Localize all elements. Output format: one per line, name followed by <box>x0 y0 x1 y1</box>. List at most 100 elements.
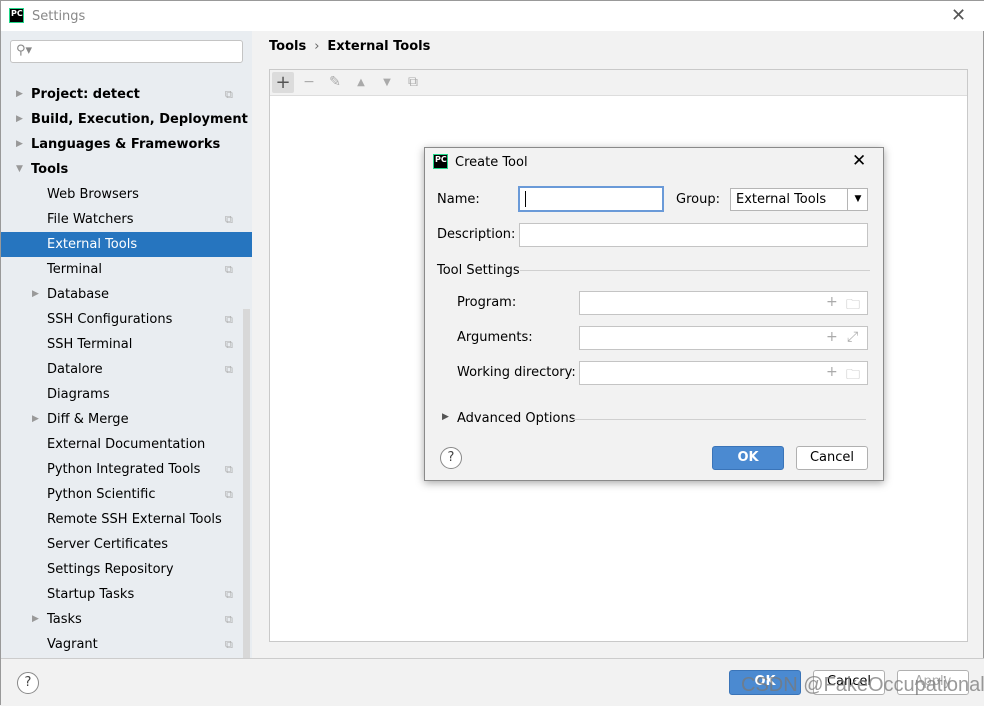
collapsed-arrow-icon[interactable]: ▶ <box>32 607 39 632</box>
help-button[interactable]: ? <box>17 672 39 694</box>
tree-item[interactable]: External Tools <box>1 232 252 257</box>
project-level-icon: ⧉ <box>225 588 233 601</box>
project-level-icon: ⧉ <box>225 363 233 376</box>
project-level-icon: ⧉ <box>225 88 233 101</box>
advanced-options-toggle[interactable]: Advanced Options <box>457 411 576 426</box>
tree-item[interactable]: ▶ Tasks ⧉ <box>1 607 252 632</box>
description-label: Description: <box>437 227 516 242</box>
group-select[interactable]: External Tools ▼ <box>730 188 868 211</box>
arguments-input[interactable]: + ⤢ <box>579 326 868 350</box>
collapsed-arrow-icon[interactable]: ▶ <box>32 407 39 432</box>
tree-item-label: Terminal <box>47 262 102 277</box>
arguments-label: Arguments: <box>457 330 533 345</box>
tree-item[interactable]: Web Browsers <box>1 182 252 207</box>
tree-item-label: SSH Configurations <box>47 312 173 327</box>
tree-item-label: Web Browsers <box>47 187 139 202</box>
tree-item-label: Project: detect <box>31 87 140 102</box>
tree-item-label: Tools <box>31 162 69 177</box>
collapsed-arrow-icon[interactable]: ▶ <box>16 132 23 157</box>
collapsed-arrow-icon[interactable]: ▶ <box>32 282 39 307</box>
tree-item[interactable]: ▼ Tools <box>1 157 252 182</box>
move-down-icon[interactable]: ▼ <box>376 72 398 93</box>
search-icon: ⚲▾ <box>16 43 33 58</box>
group-label: Group: <box>676 192 720 207</box>
chevron-down-icon[interactable]: ▼ <box>847 189 868 210</box>
program-label: Program: <box>457 295 517 310</box>
tree-item[interactable]: ▶ Build, Execution, Deployment <box>1 107 252 132</box>
cancel-button[interactable]: Cancel <box>796 446 868 470</box>
name-value <box>525 191 526 207</box>
tree-item-label: Remote SSH External Tools <box>47 512 222 527</box>
project-level-icon: ⧉ <box>225 263 233 276</box>
expanded-arrow-icon[interactable]: ▼ <box>16 157 23 182</box>
folder-icon[interactable]: 🗀 <box>846 294 860 318</box>
add-icon[interactable]: + <box>272 72 294 93</box>
project-level-icon: ⧉ <box>225 613 233 626</box>
tree-item[interactable]: Settings Repository <box>1 557 252 582</box>
collapsed-arrow-icon[interactable]: ▶ <box>16 107 23 132</box>
tree-item[interactable]: External Documentation <box>1 432 252 457</box>
tree-item-label: Tasks <box>47 612 82 627</box>
tree-item[interactable]: SSH Configurations ⧉ <box>1 307 252 332</box>
project-level-icon: ⧉ <box>225 488 233 501</box>
tree-item[interactable]: ▶ Diff & Merge <box>1 407 252 432</box>
tools-toolbar: + − ✎ ▲ ▼ ⧉ <box>270 70 967 96</box>
tree-item-label: Database <box>47 287 110 302</box>
tree-item[interactable]: Terminal ⧉ <box>1 257 252 282</box>
tree-item[interactable]: ▶ Languages & Frameworks <box>1 132 252 157</box>
tree-item[interactable]: SSH Terminal ⧉ <box>1 332 252 357</box>
collapsed-arrow-icon[interactable]: ▶ <box>16 82 23 107</box>
tree-item-label: Python Integrated Tools <box>47 462 201 477</box>
tool-settings-heading: Tool Settings <box>437 263 520 278</box>
tree-item[interactable]: Vagrant ⧉ <box>1 632 252 657</box>
folder-icon[interactable]: 🗀 <box>846 364 860 388</box>
breadcrumb-external-tools: External Tools <box>327 39 431 54</box>
tree-item[interactable]: Diagrams <box>1 382 252 407</box>
tree-item[interactable]: Python Integrated Tools ⧉ <box>1 457 252 482</box>
title-bar: PC Settings ✕ <box>1 1 984 31</box>
create-tool-dialog: PC Create Tool ✕ Name: Group: External T… <box>424 147 884 481</box>
tree-item[interactable]: Remote SSH External Tools <box>1 507 252 532</box>
tree-item-label: File Watchers <box>47 212 134 227</box>
insert-macro-icon[interactable]: + <box>826 294 838 310</box>
name-label: Name: <box>437 192 480 207</box>
insert-macro-icon[interactable]: + <box>826 329 838 345</box>
description-input[interactable] <box>519 223 868 247</box>
sidebar-scrollbar[interactable] <box>243 309 250 687</box>
tree-item-label: Diagrams <box>47 387 110 402</box>
copy-icon[interactable]: ⧉ <box>402 72 424 93</box>
help-button[interactable]: ? <box>440 447 462 469</box>
tree-item[interactable]: Server Certificates <box>1 532 252 557</box>
expand-arrow-icon[interactable]: ▶ <box>442 412 449 422</box>
breadcrumb-separator: › <box>314 39 320 54</box>
tree-item[interactable]: ▶ Project: detect ⧉ <box>1 82 252 107</box>
tree-item[interactable]: Startup Tasks ⧉ <box>1 582 252 607</box>
close-window-button[interactable]: ✕ <box>951 5 966 26</box>
tree-item-label: Server Certificates <box>47 537 169 552</box>
edit-pencil-icon[interactable]: ✎ <box>324 72 346 93</box>
insert-macro-icon[interactable]: + <box>826 364 838 380</box>
tree-item[interactable]: Python Scientific ⧉ <box>1 482 252 507</box>
ok-button[interactable]: OK <box>712 446 784 470</box>
program-input[interactable]: + 🗀 <box>579 291 868 315</box>
tree-item-label: SSH Terminal <box>47 337 133 352</box>
divider <box>520 270 870 271</box>
working-directory-input[interactable]: + 🗀 <box>579 361 868 385</box>
breadcrumb: Tools › External Tools <box>269 39 430 54</box>
breadcrumb-tools[interactable]: Tools <box>269 39 306 54</box>
name-input[interactable] <box>518 186 664 212</box>
pycharm-logo-icon: PC <box>433 154 448 169</box>
tree-item[interactable]: ▶ Database <box>1 282 252 307</box>
watermark: CSDN @FakeOccupational <box>741 674 984 696</box>
project-level-icon: ⧉ <box>225 338 233 351</box>
dialog-close-button[interactable]: ✕ <box>852 151 866 171</box>
tree-item-label: Startup Tasks <box>47 587 135 602</box>
expand-icon[interactable]: ⤢ <box>847 329 858 345</box>
tree-item[interactable]: File Watchers ⧉ <box>1 207 252 232</box>
tree-item-label: Settings Repository <box>47 562 174 577</box>
remove-icon[interactable]: − <box>298 72 320 93</box>
move-up-icon[interactable]: ▲ <box>350 72 372 93</box>
tree-item[interactable]: Datalore ⧉ <box>1 357 252 382</box>
tree-item-label: Languages & Frameworks <box>31 137 221 152</box>
settings-search-input[interactable]: ⚲▾ <box>10 40 243 63</box>
